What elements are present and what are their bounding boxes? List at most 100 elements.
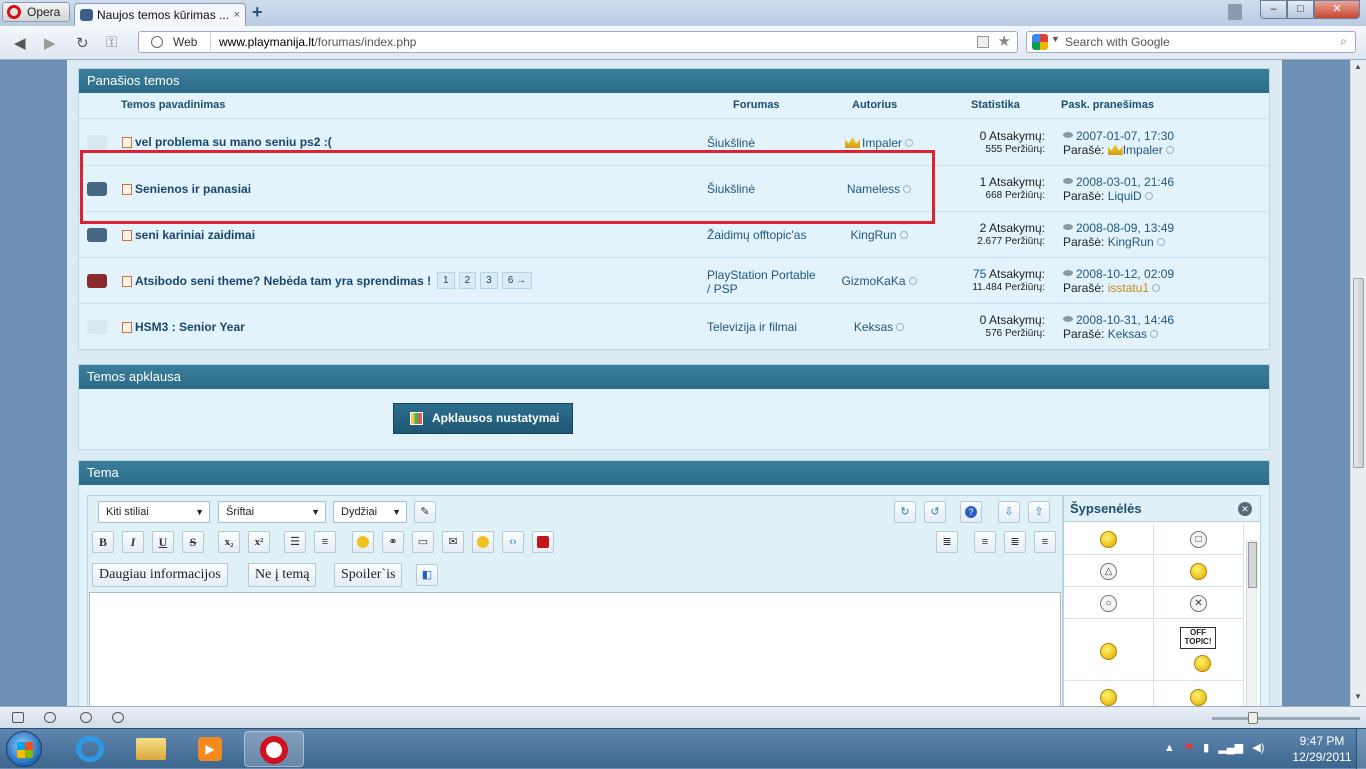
smilies-scrollbar[interactable] — [1246, 540, 1258, 706]
page-link[interactable]: 3 — [480, 272, 498, 289]
page-scroll-thumb[interactable] — [1353, 278, 1364, 468]
smiley-ps-triangle[interactable]: △ — [1064, 555, 1154, 587]
topic-title-link[interactable]: seni kariniai zaidimai — [135, 228, 255, 242]
poll-settings-button[interactable]: Apklausos nustatymai — [393, 403, 573, 434]
turbo-icon[interactable] — [112, 712, 124, 723]
last-post-user-link[interactable]: Impaler — [1123, 143, 1163, 157]
opera-unite-cloud-icon[interactable] — [44, 712, 56, 723]
smiley-icon[interactable] — [352, 531, 374, 553]
taskbar-media-player[interactable]: ▶ — [180, 731, 240, 767]
last-post-user-link[interactable]: Keksas — [1108, 327, 1147, 341]
action-center-icon[interactable]: ⚑ — [1184, 742, 1194, 754]
smilies-scroll-thumb[interactable] — [1248, 542, 1257, 588]
profile-link-icon[interactable] — [1150, 330, 1159, 338]
superscript-button[interactable]: x² — [248, 531, 270, 553]
close-icon[interactable]: ✕ — [1238, 502, 1252, 516]
network-icon[interactable]: ▂▄▆ — [1218, 742, 1243, 754]
bold-button[interactable]: B — [92, 531, 114, 553]
profile-link-icon[interactable] — [899, 231, 908, 239]
bullet-list-icon[interactable]: ☰ — [284, 531, 306, 553]
align-center-icon[interactable]: ≡ — [974, 531, 996, 553]
help-icon[interactable]: ? — [960, 501, 982, 523]
last-post-user-link[interactable]: LiquiD — [1108, 189, 1142, 203]
smiley-ps-circle[interactable]: ○ — [1064, 587, 1154, 619]
last-post-date[interactable]: 2008-08-09, 13:49 — [1063, 221, 1174, 235]
topic-title-link[interactable]: vel problema su mano seniu ps2 :( — [135, 135, 332, 149]
page-link[interactable]: 1 — [437, 272, 455, 289]
code-icon[interactable]: ‹› — [502, 531, 524, 553]
smiley-happy[interactable] — [1064, 681, 1154, 706]
smiley-sad[interactable] — [1064, 619, 1154, 681]
offtopic-button[interactable]: Ne į temą — [248, 563, 317, 587]
zoom-slider[interactable] — [1212, 712, 1360, 724]
address-bar[interactable]: Web www.playmanija.lt/forumas/index.php … — [138, 31, 1018, 53]
tab-close-icon[interactable]: × — [234, 4, 240, 26]
email-icon[interactable]: ✉ — [442, 531, 464, 553]
new-tab-button[interactable]: + — [252, 2, 263, 23]
show-desktop-button[interactable] — [1356, 729, 1366, 769]
redo-icon[interactable]: ↻ — [894, 501, 916, 523]
bookmark-star-icon[interactable]: ★ — [998, 32, 1011, 50]
search-input[interactable]: Search with Google — [1065, 32, 1170, 52]
image-icon[interactable]: ▭ — [412, 531, 434, 553]
last-post-date[interactable]: 2007-01-07, 17:30 — [1063, 129, 1174, 143]
page-scrollbar[interactable]: ▲ ▼ — [1350, 60, 1366, 706]
shrink-editor-icon[interactable]: ⇩ — [998, 501, 1020, 523]
profile-link-icon[interactable] — [1152, 284, 1161, 292]
undo-icon[interactable]: ↺ — [924, 501, 946, 523]
back-arrow-icon[interactable]: ◀ — [14, 34, 26, 52]
search-box[interactable]: ▼ Search with Google ⌕ — [1026, 31, 1356, 53]
smiley-ps-cross[interactable]: ✕ — [1154, 587, 1244, 619]
expand-editor-icon[interactable]: ⇧ — [1028, 501, 1050, 523]
youtube-icon[interactable] — [532, 531, 554, 553]
replies-value[interactable]: 75 — [973, 267, 986, 281]
taskbar-opera[interactable] — [244, 731, 304, 767]
opera-menu-button[interactable]: Opera — [2, 2, 70, 22]
numbered-list-icon[interactable]: ≡ — [314, 531, 336, 553]
window-maximize-button[interactable]: □ — [1287, 0, 1314, 19]
topic-title-link[interactable]: Atsibodo seni theme? Nebėda tam yra spre… — [135, 274, 431, 288]
forum-link[interactable]: Žaidimų offtopic'as — [707, 228, 817, 242]
profile-link-icon[interactable] — [905, 139, 913, 147]
profile-link-icon[interactable] — [1156, 238, 1165, 246]
volume-icon[interactable]: ◀) — [1252, 742, 1264, 754]
smiley-offtopic-sign[interactable]: OFF TOPIC! — [1154, 619, 1244, 681]
forum-link[interactable]: Televizija ir filmai — [707, 320, 817, 334]
profile-link-icon[interactable] — [1165, 146, 1174, 154]
last-post-date[interactable]: 2008-03-01, 21:46 — [1063, 175, 1174, 189]
italic-button[interactable]: I — [122, 531, 144, 553]
smiley-grin[interactable] — [1154, 681, 1244, 706]
opera-link-icon[interactable] — [80, 712, 92, 723]
twitter-icon[interactable]: ◧ — [416, 564, 438, 586]
smiley-ps-square[interactable]: □ — [1154, 523, 1244, 555]
profile-link-icon[interactable] — [908, 277, 917, 285]
strikethrough-button[interactable]: S — [182, 531, 204, 553]
more-info-button[interactable]: Daugiau informacijos — [92, 563, 228, 587]
last-post-user-link[interactable]: isstatu1 — [1108, 281, 1149, 295]
zoom-slider-handle[interactable] — [1248, 712, 1258, 724]
trash-icon[interactable] — [1228, 4, 1242, 20]
scroll-down-icon[interactable]: ▼ — [1354, 692, 1362, 701]
last-post-user-link[interactable]: KingRun — [1108, 235, 1154, 249]
url-text[interactable]: www.playmanija.lt/forumas/index.php — [219, 32, 416, 52]
battery-icon[interactable]: ▮ — [1203, 742, 1209, 754]
styles-select[interactable]: Kiti stiliai ▼ — [98, 501, 210, 523]
forward-arrow-icon[interactable]: ▶ — [44, 34, 56, 52]
window-close-button[interactable]: ✕ — [1314, 0, 1360, 19]
reload-icon[interactable]: ↻ — [76, 34, 89, 52]
align-left-icon[interactable]: ≣ — [936, 531, 958, 553]
window-minimize-button[interactable]: – — [1260, 0, 1287, 19]
table-row[interactable]: HSM3 : Senior Year Televizija ir filmai … — [79, 303, 1269, 349]
profile-link-icon[interactable] — [896, 323, 905, 331]
tab-current[interactable]: Naujos temos kūrimas ... × — [74, 3, 246, 26]
page-link[interactable]: 6 → — [501, 272, 533, 289]
spoiler-button[interactable]: Spoiler`is — [334, 563, 403, 587]
page-link[interactable]: 2 — [458, 272, 477, 289]
start-button[interactable] — [6, 731, 42, 767]
key-icon[interactable]: ⚿ — [106, 34, 117, 51]
web-badge[interactable]: Web — [141, 33, 211, 51]
link-icon[interactable]: ⚭ — [382, 531, 404, 553]
system-clock[interactable]: 9:47 PM 12/29/2011 — [1292, 733, 1352, 765]
tray-expand-icon[interactable]: ▲ — [1164, 742, 1175, 754]
subscript-button[interactable]: x₂ — [218, 531, 240, 553]
